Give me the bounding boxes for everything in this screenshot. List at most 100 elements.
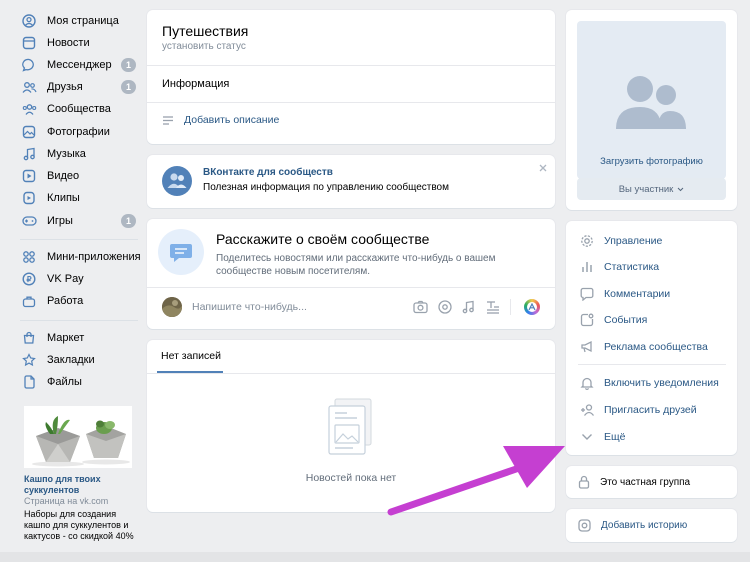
sidebar-item-games[interactable]: Игры 1: [20, 210, 142, 232]
divider: [147, 373, 555, 374]
tab-no-posts[interactable]: Нет записей: [161, 350, 221, 362]
chevron-down-icon: [677, 187, 684, 192]
add-story-card: Добавить историю: [566, 509, 737, 542]
sidebar-item-label: Сообщества: [47, 103, 111, 115]
sidebar-item-mini-apps[interactable]: Мини-приложения: [20, 246, 142, 268]
annotation-arrow: [385, 440, 570, 518]
promo-text: Полезная информация по управлению сообще…: [203, 182, 449, 193]
menu-item-label: Статистика: [604, 261, 660, 273]
promo-card: ВКонтакте для сообществ Полезная информа…: [147, 155, 555, 208]
member-button[interactable]: Вы участник: [577, 178, 726, 200]
lock-icon: [578, 475, 590, 489]
work-icon: [20, 293, 38, 309]
sidebar-item-market[interactable]: Маркет: [20, 327, 142, 349]
speech-bubble-icon: [158, 229, 204, 275]
ad-image[interactable]: [24, 406, 132, 468]
games-badge: 1: [121, 214, 136, 228]
friends-badge: 1: [121, 80, 136, 94]
comment-icon: [578, 286, 596, 302]
sidebar-item-music[interactable]: Музыка: [20, 143, 142, 165]
divider: [510, 299, 511, 315]
post-input[interactable]: Напишите что-нибудь...: [192, 301, 307, 313]
member-button-label: Вы участник: [618, 183, 674, 195]
menu-item-advertising[interactable]: Реклама сообщества: [578, 336, 708, 358]
page-bottom-edge: [0, 552, 750, 562]
menu-item-notifications[interactable]: Включить уведомления: [578, 372, 719, 394]
mini-apps-icon: [20, 249, 38, 265]
sidebar-item-friends[interactable]: Друзья 1: [20, 76, 142, 98]
mood-icon[interactable]: [524, 299, 540, 315]
sidebar-item-photos[interactable]: Фотографии: [20, 121, 142, 143]
tell-title: Расскажите о своём сообществе: [216, 231, 430, 247]
events-icon: [578, 312, 596, 328]
private-group-card: Это частная группа: [566, 466, 737, 498]
sidebar-item-clips[interactable]: Клипы: [20, 187, 142, 209]
sidebar-item-video[interactable]: Видео: [20, 165, 142, 187]
menu-item-events[interactable]: События: [578, 309, 647, 331]
sidebar-item-communities[interactable]: Сообщества: [20, 98, 142, 120]
private-group-row[interactable]: Это частная группа: [578, 475, 690, 489]
menu-item-invite[interactable]: Пригласить друзей: [578, 399, 697, 421]
menu-item-more[interactable]: Ещё: [578, 426, 625, 448]
add-description-button[interactable]: Добавить описание: [162, 114, 279, 126]
group-header-card: Путешествия установить статус Информация…: [147, 10, 555, 144]
tell-text: Поделитесь новостями или расскажите что-…: [216, 253, 496, 277]
sidebar-divider: [20, 239, 138, 240]
friends-icon: [20, 79, 38, 95]
user-circle-icon: [20, 13, 38, 29]
set-status-link[interactable]: установить статус: [162, 41, 246, 52]
menu-item-comments[interactable]: Комментарии: [578, 283, 670, 305]
bookmarks-icon: [20, 352, 38, 368]
sidebar-item-label: Маркет: [47, 332, 85, 344]
tell-community-card: Расскажите о своём сообществе Поделитесь…: [147, 219, 555, 329]
sidebar-item-label: Клипы: [47, 192, 80, 204]
group-placeholder-icon: [614, 73, 690, 131]
sidebar-item-label: Файлы: [47, 376, 82, 388]
divider: [578, 364, 726, 365]
svg-text:₽: ₽: [26, 275, 31, 284]
gear-icon: [578, 233, 596, 249]
sidebar-item-label: VK Pay: [47, 273, 84, 285]
ad-title[interactable]: Кашпо для твоих суккулентов: [24, 474, 142, 496]
music-icon: [20, 146, 38, 162]
info-label: Информация: [162, 78, 230, 90]
bell-icon: [578, 375, 596, 391]
sidebar-item-label: Моя страница: [47, 15, 119, 27]
menu-item-label: Включить уведомления: [604, 377, 719, 389]
sidebar-item-bookmarks[interactable]: Закладки: [20, 349, 142, 371]
add-description-label: Добавить описание: [184, 114, 280, 126]
sidebar-item-label: Работа: [47, 295, 84, 307]
menu-item-label: Ещё: [604, 431, 626, 443]
sidebar-item-my-page[interactable]: Моя страница: [20, 10, 142, 32]
sidebar-item-files[interactable]: Файлы: [20, 371, 142, 393]
ad-source: Страница на vk.com: [24, 496, 109, 506]
instagram-icon: [578, 519, 591, 532]
sidebar-item-work[interactable]: Работа: [20, 290, 142, 312]
sidebar-divider: [20, 320, 138, 321]
group-photo-card: Загрузить фотографию Вы участник: [566, 10, 737, 210]
article-icon[interactable]: [486, 300, 500, 314]
close-icon[interactable]: [537, 162, 549, 174]
add-story-button[interactable]: Добавить историю: [578, 519, 687, 532]
sidebar-item-news[interactable]: Новости: [20, 32, 142, 54]
group-name: Путешествия: [162, 23, 249, 39]
sidebar-item-label: Видео: [47, 170, 80, 182]
communities-icon: [20, 101, 38, 117]
menu-item-label: События: [604, 314, 648, 326]
camera-icon[interactable]: [413, 300, 428, 314]
promo-title[interactable]: ВКонтакте для сообществ: [203, 167, 333, 178]
divider: [147, 287, 555, 288]
sidebar-item-label: Фотографии: [47, 126, 110, 138]
music-note-icon[interactable]: [462, 300, 475, 314]
sidebar-item-vk-pay[interactable]: ₽ VK Pay: [20, 268, 142, 290]
divider: [147, 65, 555, 66]
ad-text: Наборы для создания кашпо для суккуленто…: [24, 509, 134, 541]
menu-item-manage[interactable]: Управление: [578, 230, 662, 252]
menu-item-stats[interactable]: Статистика: [578, 256, 659, 278]
video-record-icon[interactable]: [438, 300, 452, 314]
sidebar-item-messenger[interactable]: Мессенджер 1: [20, 54, 142, 76]
add-story-label: Добавить историю: [601, 520, 688, 531]
upload-photo-area[interactable]: Загрузить фотографию: [577, 21, 726, 179]
chevron-down-icon: [578, 429, 596, 445]
avatar[interactable]: [162, 297, 182, 317]
